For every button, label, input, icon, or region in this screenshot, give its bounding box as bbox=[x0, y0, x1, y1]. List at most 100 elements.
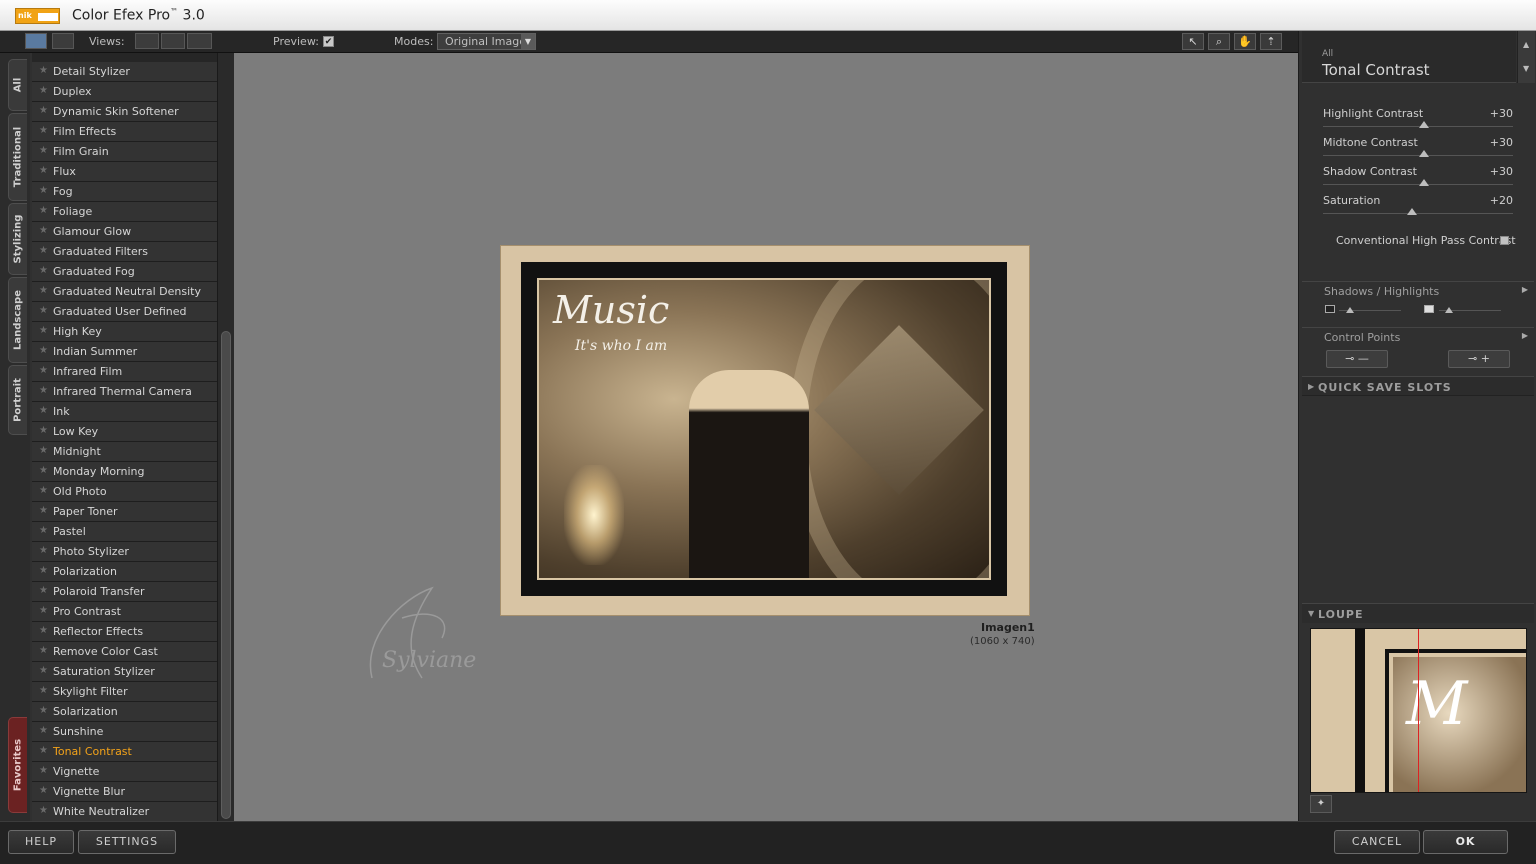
favorite-star-icon[interactable]: ★ bbox=[39, 725, 48, 736]
filter-item[interactable]: ★ Polarization bbox=[32, 562, 217, 582]
filter-item[interactable]: ★ Ink bbox=[32, 402, 217, 422]
favorite-star-icon[interactable]: ★ bbox=[39, 325, 48, 336]
filter-item[interactable]: ★ Low Key bbox=[32, 422, 217, 442]
hand-tool-icon[interactable]: ✋ bbox=[1234, 33, 1256, 50]
tab-traditional[interactable]: Traditional bbox=[8, 113, 27, 201]
filter-item[interactable]: ★ Graduated Neutral Density bbox=[32, 282, 217, 302]
filter-list-scrollbar[interactable] bbox=[217, 53, 234, 821]
favorite-star-icon[interactable]: ★ bbox=[39, 585, 48, 596]
slider-track[interactable] bbox=[1323, 213, 1513, 214]
ok-button[interactable]: OK bbox=[1423, 830, 1508, 854]
filter-item[interactable]: ★ Old Photo bbox=[32, 482, 217, 502]
favorite-star-icon[interactable]: ★ bbox=[39, 765, 48, 776]
remove-control-point-button[interactable]: ⊸ — bbox=[1326, 350, 1388, 368]
favorite-star-icon[interactable]: ★ bbox=[39, 445, 48, 456]
filter-item[interactable]: ★ Film Effects bbox=[32, 122, 217, 142]
favorite-star-icon[interactable]: ★ bbox=[39, 205, 48, 216]
slider-shadow-contrast[interactable]: Shadow Contrast +30 bbox=[1323, 165, 1513, 195]
filter-item[interactable]: ★ Graduated Filters bbox=[32, 242, 217, 262]
filter-item[interactable]: ★ Foliage bbox=[32, 202, 217, 222]
filter-item[interactable]: ★ Saturation Stylizer bbox=[32, 662, 217, 682]
favorite-star-icon[interactable]: ★ bbox=[39, 365, 48, 376]
side-by-side-view-button[interactable] bbox=[187, 33, 212, 49]
filter-item[interactable]: ★ Pastel bbox=[32, 522, 217, 542]
modes-select[interactable]: Original Image ▼ bbox=[437, 33, 536, 50]
filter-item[interactable]: ★ Dynamic Skin Softener bbox=[32, 102, 217, 122]
favorite-star-icon[interactable]: ★ bbox=[39, 605, 48, 616]
favorite-star-icon[interactable]: ★ bbox=[39, 545, 48, 556]
help-button[interactable]: HELP bbox=[8, 830, 74, 854]
tab-favorites[interactable]: Favorites bbox=[8, 717, 27, 813]
filter-item[interactable]: ★ Detail Stylizer bbox=[32, 62, 217, 82]
filter-item[interactable]: ★ Remove Color Cast bbox=[32, 642, 217, 662]
preview-canvas[interactable]: Music It's who I am Imagen1 (1060 x 740)… bbox=[234, 53, 1298, 821]
tab-landscape[interactable]: Landscape bbox=[8, 277, 27, 363]
favorite-star-icon[interactable]: ★ bbox=[39, 625, 48, 636]
chevron-up-icon[interactable]: ▲ bbox=[1523, 40, 1529, 49]
tab-all[interactable]: All bbox=[8, 59, 27, 111]
favorite-star-icon[interactable]: ★ bbox=[39, 565, 48, 576]
favorite-star-icon[interactable]: ★ bbox=[39, 85, 48, 96]
slider-thumb[interactable] bbox=[1418, 179, 1429, 186]
favorite-star-icon[interactable]: ★ bbox=[39, 745, 48, 756]
filter-item[interactable]: ★ Graduated User Defined bbox=[32, 302, 217, 322]
favorite-star-icon[interactable]: ★ bbox=[39, 665, 48, 676]
favorite-star-icon[interactable]: ★ bbox=[39, 305, 48, 316]
filter-item[interactable]: ★ Midnight bbox=[32, 442, 217, 462]
highlights-slider-thumb[interactable] bbox=[1445, 307, 1453, 313]
quick-save-slots-header[interactable]: ▶ QUICK SAVE SLOTS bbox=[1302, 376, 1534, 396]
scrollbar-thumb[interactable] bbox=[221, 331, 231, 819]
favorite-star-icon[interactable]: ★ bbox=[39, 385, 48, 396]
thumbnail-view-icon[interactable] bbox=[25, 33, 47, 49]
favorite-star-icon[interactable]: ★ bbox=[39, 525, 48, 536]
preview-checkbox[interactable]: ✔ bbox=[323, 36, 334, 47]
pointer-tool-icon[interactable]: ↖ bbox=[1182, 33, 1204, 50]
filter-item[interactable]: ★ Sunshine bbox=[32, 722, 217, 742]
filter-item[interactable]: ★ Reflector Effects bbox=[32, 622, 217, 642]
favorite-star-icon[interactable]: ★ bbox=[39, 405, 48, 416]
filter-item[interactable]: ★ Fog bbox=[32, 182, 217, 202]
favorite-star-icon[interactable]: ★ bbox=[39, 705, 48, 716]
slider-thumb[interactable] bbox=[1418, 121, 1429, 128]
favorite-star-icon[interactable]: ★ bbox=[39, 785, 48, 796]
filter-item[interactable]: ★ Infrared Thermal Camera bbox=[32, 382, 217, 402]
filter-item[interactable]: ★ Skylight Filter bbox=[32, 682, 217, 702]
favorite-star-icon[interactable]: ★ bbox=[39, 505, 48, 516]
panel-scrollbar[interactable]: ▲ ▼ bbox=[1517, 31, 1535, 83]
favorite-star-icon[interactable]: ★ bbox=[39, 465, 48, 476]
filter-item[interactable]: ★ Flux bbox=[32, 162, 217, 182]
filter-item[interactable]: ★ Duplex bbox=[32, 82, 217, 102]
loupe-header[interactable]: ▼ LOUPE bbox=[1302, 603, 1534, 623]
expand-arrow-icon[interactable]: ▶ bbox=[1522, 285, 1528, 294]
conventional-high-pass-checkbox[interactable] bbox=[1500, 236, 1509, 245]
favorite-star-icon[interactable]: ★ bbox=[39, 485, 48, 496]
filter-item[interactable]: ★ Polaroid Transfer bbox=[32, 582, 217, 602]
favorite-star-icon[interactable]: ★ bbox=[39, 645, 48, 656]
filter-item[interactable]: ★ White Neutralizer bbox=[32, 802, 217, 821]
filter-item[interactable]: ★ Monday Morning bbox=[32, 462, 217, 482]
favorite-star-icon[interactable]: ★ bbox=[39, 225, 48, 236]
favorite-star-icon[interactable]: ★ bbox=[39, 345, 48, 356]
pin-tool-icon[interactable]: ⇡ bbox=[1260, 33, 1282, 50]
shadows-slider-thumb[interactable] bbox=[1346, 307, 1354, 313]
filter-item[interactable]: ★ Tonal Contrast bbox=[32, 742, 217, 762]
favorite-star-icon[interactable]: ★ bbox=[39, 425, 48, 436]
zoom-tool-icon[interactable]: ⌕ bbox=[1208, 33, 1230, 50]
favorite-star-icon[interactable]: ★ bbox=[39, 685, 48, 696]
favorite-star-icon[interactable]: ★ bbox=[39, 125, 48, 136]
filter-item[interactable]: ★ Vignette Blur bbox=[32, 782, 217, 802]
tab-portrait[interactable]: Portrait bbox=[8, 365, 27, 435]
filter-item[interactable]: ★ Graduated Fog bbox=[32, 262, 217, 282]
chevron-down-icon[interactable]: ▼ bbox=[1523, 64, 1529, 73]
split-view-button[interactable] bbox=[161, 33, 185, 49]
filter-item[interactable]: ★ Glamour Glow bbox=[32, 222, 217, 242]
slider-midtone-contrast[interactable]: Midtone Contrast +30 bbox=[1323, 136, 1513, 166]
favorite-star-icon[interactable]: ★ bbox=[39, 105, 48, 116]
favorite-star-icon[interactable]: ★ bbox=[39, 285, 48, 296]
slider-thumb[interactable] bbox=[1407, 208, 1418, 215]
filter-item[interactable]: ★ Vignette bbox=[32, 762, 217, 782]
favorite-star-icon[interactable]: ★ bbox=[39, 165, 48, 176]
loupe-view[interactable]: M bbox=[1310, 628, 1527, 793]
favorite-star-icon[interactable]: ★ bbox=[39, 65, 48, 76]
cancel-button[interactable]: CANCEL bbox=[1334, 830, 1420, 854]
